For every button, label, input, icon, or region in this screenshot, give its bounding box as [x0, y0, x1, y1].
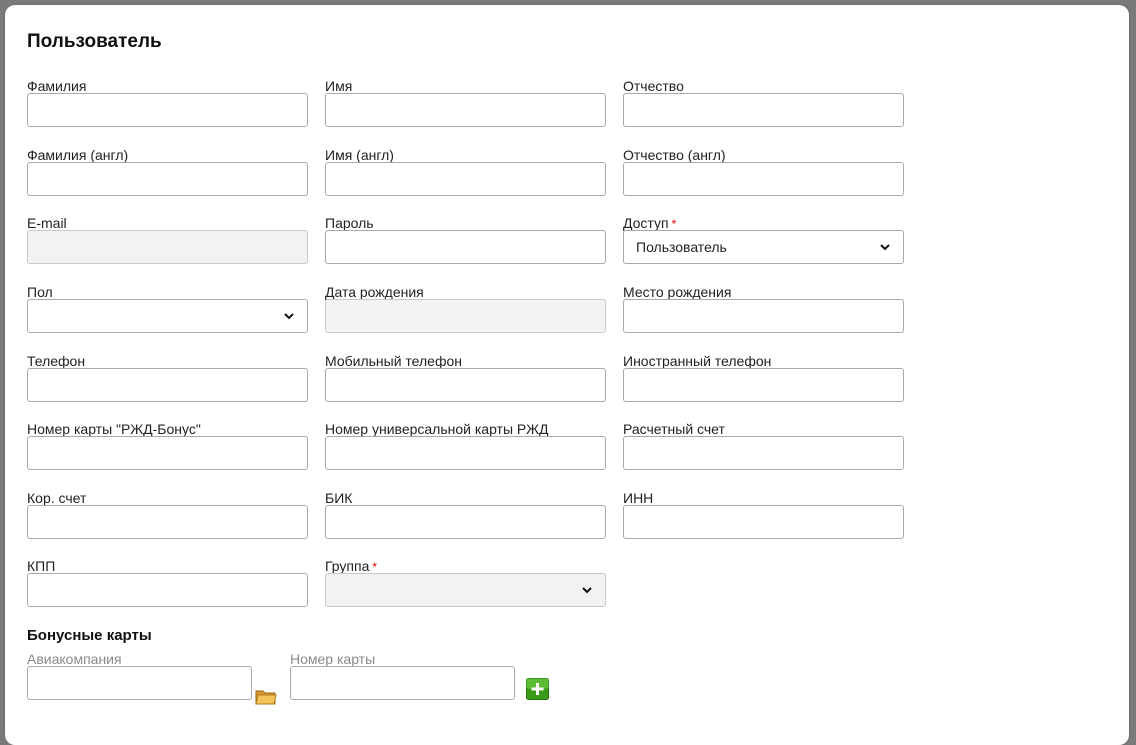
email-group: E-mail: [27, 214, 308, 264]
rzd-bonus-card-group: Номер карты "РЖД-Бонус": [27, 420, 308, 470]
chevron-down-icon: [879, 241, 891, 253]
last-name-input[interactable]: [27, 93, 308, 127]
access-select[interactable]: Пользователь: [623, 230, 904, 264]
access-select-value: Пользователь: [636, 239, 727, 255]
chevron-down-icon: [283, 310, 295, 322]
first-name-en-group: Имя (англ): [325, 146, 606, 196]
foreign-phone-group: Иностранный телефон: [623, 352, 904, 402]
gender-select[interactable]: [27, 299, 308, 333]
group-label-text: Группа: [325, 558, 370, 574]
airline-group: Авиакомпания: [27, 650, 252, 700]
card-number-input[interactable]: [290, 666, 515, 700]
phone-input[interactable]: [27, 368, 308, 402]
inn-group: ИНН: [623, 489, 904, 539]
first-name-en-input[interactable]: [325, 162, 606, 196]
settlement-account-input[interactable]: [623, 436, 904, 470]
last-name-group: Фамилия: [27, 77, 308, 127]
airline-input[interactable]: [27, 666, 252, 700]
last-name-en-input[interactable]: [27, 162, 308, 196]
required-mark: *: [372, 560, 378, 574]
password-group: Пароль: [325, 214, 606, 264]
group-group: Группа *: [325, 557, 606, 607]
required-mark: *: [671, 217, 677, 231]
bik-input[interactable]: [325, 505, 606, 539]
birth-place-group: Место рождения: [623, 283, 904, 333]
first-name-input[interactable]: [325, 93, 606, 127]
bik-group: БИК: [325, 489, 606, 539]
foreign-phone-input[interactable]: [623, 368, 904, 402]
rzd-bonus-card-input[interactable]: [27, 436, 308, 470]
inn-input[interactable]: [623, 505, 904, 539]
settlement-account-group: Расчетный счет: [623, 420, 904, 470]
kpp-input[interactable]: [27, 573, 308, 607]
add-card-button[interactable]: [526, 678, 549, 700]
middle-name-input[interactable]: [623, 93, 904, 127]
password-input[interactable]: [325, 230, 606, 264]
last-name-en-group: Фамилия (англ): [27, 146, 308, 196]
corr-account-group: Кор. счет: [27, 489, 308, 539]
user-form-panel: Пользователь Фамилия Имя Отчество Фамили…: [5, 5, 1129, 745]
access-group: Доступ * Пользователь: [623, 214, 904, 264]
rzd-universal-card-input[interactable]: [325, 436, 606, 470]
plus-icon: [526, 678, 549, 700]
chevron-down-icon: [581, 584, 593, 596]
birth-date-field: [325, 299, 606, 333]
card-number-group: Номер карты: [290, 650, 515, 700]
bonus-cards-title: Бонусные карты: [27, 627, 152, 644]
first-name-group: Имя: [325, 77, 606, 127]
middle-name-en-group: Отчество (англ): [623, 146, 904, 196]
birth-place-input[interactable]: [623, 299, 904, 333]
middle-name-en-input[interactable]: [623, 162, 904, 196]
kpp-group: КПП: [27, 557, 308, 607]
gender-group: Пол: [27, 283, 308, 333]
corr-account-input[interactable]: [27, 505, 308, 539]
rzd-universal-card-group: Номер универсальной карты РЖД: [325, 420, 606, 470]
phone-group: Телефон: [27, 352, 308, 402]
group-select[interactable]: [325, 573, 606, 607]
birth-date-group: Дата рождения: [325, 283, 606, 333]
middle-name-group: Отчество: [623, 77, 904, 127]
mobile-phone-input[interactable]: [325, 368, 606, 402]
folder-icon[interactable]: [255, 687, 277, 707]
email-field: [27, 230, 308, 264]
access-label-text: Доступ: [623, 215, 669, 231]
page-title: Пользователь: [27, 31, 162, 52]
mobile-phone-group: Мобильный телефон: [325, 352, 606, 402]
